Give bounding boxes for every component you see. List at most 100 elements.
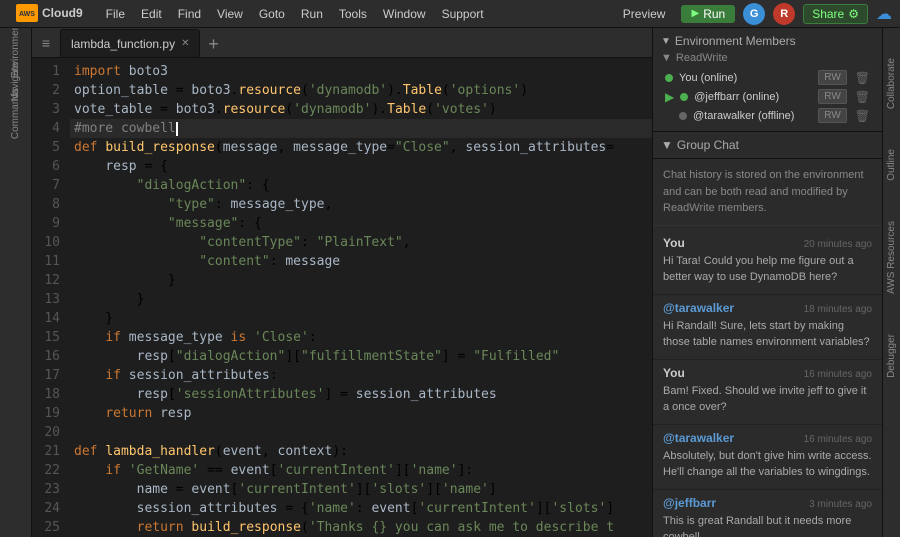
table-row: 6 resp = {	[32, 157, 652, 176]
member-delete-icon[interactable]: 🗑	[855, 109, 870, 123]
chat-info: Chat history is stored on the environmen…	[653, 159, 882, 226]
group-chat-header[interactable]: ▼ Group Chat	[653, 132, 882, 159]
member-row: You (online) RW 🗑	[661, 68, 874, 87]
chat-message: @tarawalker 18 minutes ago Hi Randall! S…	[653, 295, 882, 360]
table-row: 23 name = event['currentIntent']['slots'…	[32, 480, 652, 499]
sidebar-item-aws-resources[interactable]: AWS Resources	[886, 221, 897, 294]
chat-time: 18 minutes ago	[804, 304, 872, 315]
rw-arrow-icon: ▼	[661, 52, 672, 64]
table-row: 4 #more cowbell	[32, 119, 652, 138]
chat-time: 16 minutes ago	[804, 434, 872, 445]
avatar-r[interactable]: R	[773, 3, 795, 25]
sidebar-item-environment[interactable]: Environment	[2, 36, 30, 64]
menu-edit[interactable]: Edit	[134, 5, 169, 23]
editor-area: ≡ lambda_function.py ✕ + 1 import boto3 …	[32, 28, 652, 537]
menu-find[interactable]: Find	[171, 5, 208, 23]
menu-view[interactable]: View	[210, 5, 250, 23]
chat-messages[interactable]: You 20 minutes ago Hi Tara! Could you he…	[653, 226, 882, 537]
main-area: Environment Navigate Commands ≡ lambda_f…	[0, 28, 900, 537]
chat-text: Absolutely, but don't give him write acc…	[663, 448, 872, 481]
tab-add-button[interactable]: +	[200, 31, 226, 57]
table-row: 16 resp["dialogAction"]["fulfillmentStat…	[32, 347, 652, 366]
tab-list-icon[interactable]: ≡	[32, 29, 60, 57]
preview-button[interactable]: Preview	[615, 5, 674, 23]
svg-text:AWS: AWS	[19, 11, 35, 18]
share-button[interactable]: Share ⚙	[803, 4, 868, 24]
menu-bar: AWS Cloud9 File Edit Find View Goto Run …	[0, 0, 900, 28]
sidebar-item-commands[interactable]: Commands	[2, 100, 30, 128]
chat-time: 16 minutes ago	[804, 369, 872, 380]
chat-sender: @tarawalker	[663, 301, 734, 315]
chat-sender: You	[663, 366, 685, 380]
arrow-icon: ▼	[661, 138, 673, 152]
right-panel: ▼ Environment Members ▼ ReadWrite You (o…	[652, 28, 882, 537]
menu-bar-right: Preview Run G R Share ⚙ ☁	[615, 3, 892, 25]
table-row: 3 vote_table = boto3.resource('dynamodb'…	[32, 100, 652, 119]
menu-support[interactable]: Support	[435, 5, 491, 23]
table-row: 12 }	[32, 271, 652, 290]
readwrite-header[interactable]: ▼ ReadWrite	[661, 52, 874, 64]
table-row: 14 }	[32, 309, 652, 328]
chat-time: 3 minutes ago	[809, 499, 872, 510]
member-row: @tarawalker (offline) RW 🗑	[661, 106, 874, 125]
sidebar-item-debugger[interactable]: Debugger	[886, 334, 897, 378]
run-button[interactable]: Run	[681, 5, 735, 23]
table-row: 15 if message_type is 'Close':	[32, 328, 652, 347]
chat-message: @tarawalker 16 minutes ago Absolutely, b…	[653, 425, 882, 490]
member-delete-icon[interactable]: 🗑	[855, 71, 870, 85]
table-row: 8 "type": message_type,	[32, 195, 652, 214]
table-row: 2 option_table = boto3.resource('dynamod…	[32, 81, 652, 100]
env-members-header[interactable]: ▼ Environment Members	[661, 34, 874, 48]
chat-sender: @tarawalker	[663, 431, 734, 445]
table-row: 21 def lambda_handler(event, context):	[32, 442, 652, 461]
member-row: ▶ @jeffbarr (online) RW 🗑	[661, 87, 874, 106]
chat-message: You 16 minutes ago Bam! Fixed. Should we…	[653, 360, 882, 425]
chat-message: You 20 minutes ago Hi Tara! Could you he…	[653, 230, 882, 295]
chat-text: This is great Randall but it needs more …	[663, 513, 872, 537]
sidebar-item-outline[interactable]: Outline	[886, 149, 897, 181]
member-status-dot	[679, 112, 687, 120]
avatar-g[interactable]: G	[743, 3, 765, 25]
table-row: 22 if 'GetName' == event['currentIntent'…	[32, 461, 652, 480]
menu-run[interactable]: Run	[294, 5, 330, 23]
table-row: 11 "content": message	[32, 252, 652, 271]
tab-label: lambda_function.py	[71, 37, 175, 51]
table-row: 25 return build_response('Thanks {} you …	[32, 518, 652, 537]
chat-text: Hi Randall! Sure, lets start by making t…	[663, 318, 872, 351]
chat-sender: You	[663, 236, 685, 250]
member-status-dot	[665, 74, 673, 82]
tab-close-icon[interactable]: ✕	[181, 38, 189, 49]
chat-time: 20 minutes ago	[804, 239, 872, 250]
table-row: 1 import boto3	[32, 62, 652, 81]
table-row: 9 "message": {	[32, 214, 652, 233]
aws-icon: AWS	[16, 4, 38, 22]
aws-logo: AWS Cloud9	[8, 0, 91, 28]
menu-tools[interactable]: Tools	[332, 5, 374, 23]
c9-label: Cloud9	[42, 6, 83, 20]
editor-tab[interactable]: lambda_function.py ✕	[60, 29, 200, 57]
menu-window[interactable]: Window	[376, 5, 433, 23]
table-row: 10 "contentType": "PlainText",	[32, 233, 652, 252]
cloud-icon: ☁	[876, 4, 892, 24]
table-row: 20	[32, 423, 652, 442]
table-row: 17 if session_attributes:	[32, 366, 652, 385]
right-sidebar: Collaborate Outline AWS Resources Debugg…	[882, 28, 900, 537]
tab-bar: ≡ lambda_function.py ✕ +	[32, 28, 652, 58]
table-row: 18 resp['sessionAttributes'] = session_a…	[32, 385, 652, 404]
chat-text: Hi Tara! Could you help me figure out a …	[663, 253, 872, 286]
member-status-dot	[680, 93, 688, 101]
gear-icon: ⚙	[848, 7, 859, 21]
code-editor[interactable]: 1 import boto3 2 option_table = boto3.re…	[32, 58, 652, 537]
sidebar-item-collaborate[interactable]: Collaborate	[886, 58, 897, 109]
left-sidebar: Environment Navigate Commands	[0, 28, 32, 537]
member-delete-icon[interactable]: 🗑	[855, 90, 870, 104]
menu-file[interactable]: File	[99, 5, 132, 23]
arrow-icon: ▼	[661, 36, 671, 47]
chat-sender: @jeffbarr	[663, 496, 716, 510]
play-icon: ▶	[665, 90, 674, 104]
table-row: 5 def build_response(message, message_ty…	[32, 138, 652, 157]
env-members-section: ▼ Environment Members ▼ ReadWrite You (o…	[653, 28, 882, 132]
menu-goto[interactable]: Goto	[252, 5, 292, 23]
table-row: 24 session_attributes = {'name': event['…	[32, 499, 652, 518]
group-chat-section: ▼ Group Chat Chat history is stored on t…	[653, 132, 882, 537]
